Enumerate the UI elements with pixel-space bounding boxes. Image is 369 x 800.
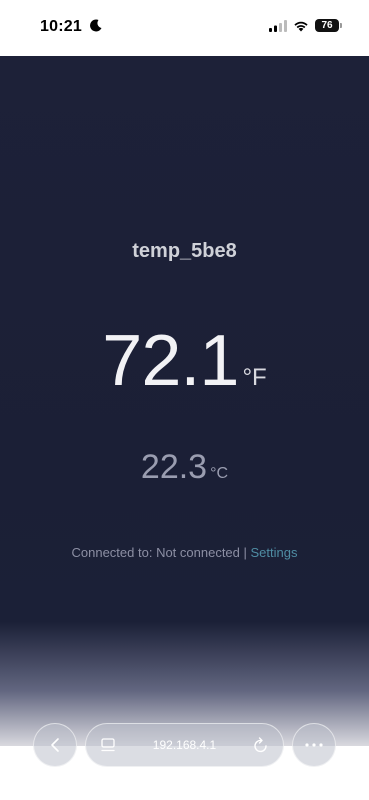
more-icon	[305, 743, 323, 747]
temperature-celsius: 22.3 °C	[0, 448, 369, 487]
temperature-f-value: 72.1	[102, 321, 239, 401]
address-bar[interactable]: 192.168.4.1	[85, 723, 284, 767]
connection-state: Not connected	[156, 545, 240, 560]
reload-icon[interactable]	[253, 736, 269, 754]
wifi-icon	[294, 21, 308, 31]
status-time: 10:21	[40, 18, 102, 36]
temperature-c-unit: °C	[210, 465, 229, 482]
home-indicator-area	[0, 774, 369, 800]
web-content: temp_5be8 72.1 °F 22.3 °C Connected to: No…	[0, 56, 369, 746]
battery-icon: 76	[315, 19, 342, 32]
temperature-fahrenheit: 72.1 °F	[0, 320, 369, 402]
signal-icon	[269, 19, 287, 32]
temperature-f-unit: °F	[242, 364, 267, 391]
status-time-text: 10:21	[40, 18, 82, 35]
separator: |	[239, 545, 251, 560]
connection-status: Connected to: Not connected | Settings	[0, 545, 369, 560]
chevron-left-icon	[51, 738, 59, 752]
device-name: temp_5be8	[132, 240, 237, 262]
temperature-c-value: 22.3	[140, 448, 208, 486]
settings-link[interactable]: Settings	[251, 545, 298, 560]
status-icons: 76	[269, 19, 342, 32]
status-bar: 10:21 76	[0, 0, 369, 56]
battery-level: 76	[321, 20, 333, 31]
back-button[interactable]	[33, 723, 77, 767]
connection-prefix: Connected to:	[71, 545, 157, 560]
more-button[interactable]	[292, 723, 336, 767]
moon-icon	[89, 19, 102, 32]
browser-toolbar: 192.168.4.1	[0, 718, 369, 774]
